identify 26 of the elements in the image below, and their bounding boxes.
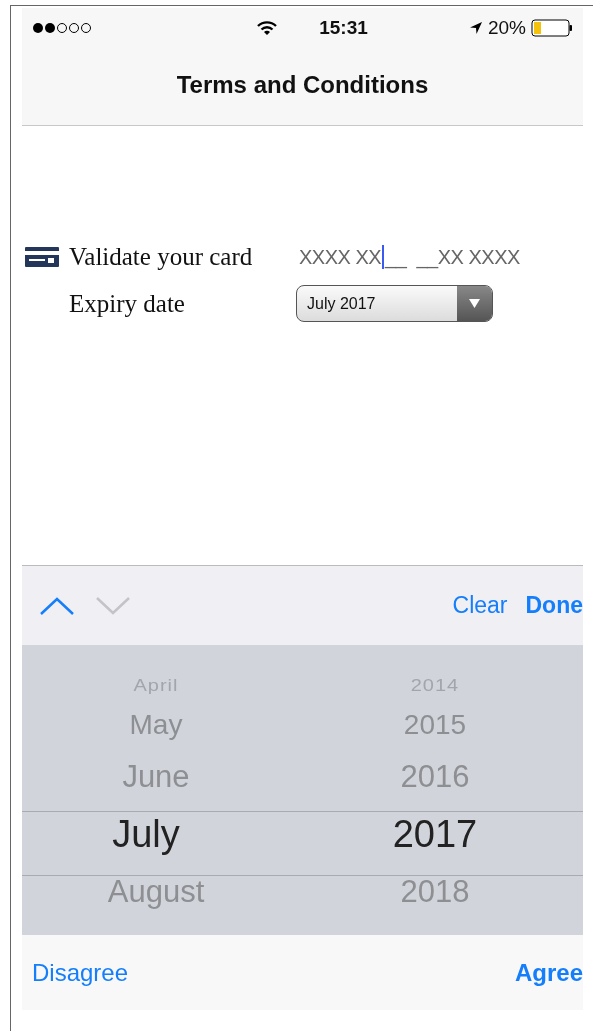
expiry-dropdown[interactable]: July 2017 [296,285,493,322]
credit-card-icon [25,247,59,267]
field-label: Validate your card [69,243,254,271]
picker-item[interactable]: 2015 [403,701,467,748]
picker-item[interactable]: 2018 [400,863,470,918]
picker-item[interactable]: August [107,863,205,918]
battery-icon [531,19,573,37]
picker-item[interactable]: May [129,701,183,748]
clock-time: 15:31 [319,17,368,39]
signal-icon [32,22,94,34]
picker-item[interactable]: June [122,748,190,803]
picker-item[interactable]: 2016 [400,748,470,803]
card-number-field[interactable]: XXXX XX __ __XX XXXX [299,243,520,271]
location-arrow-icon [469,21,483,35]
toolbar-button[interactable]: Done [525,592,583,619]
action-button[interactable]: Disagree [32,958,129,987]
action-button[interactable]: Agree [514,958,583,987]
picker-item[interactable]: July [112,803,180,863]
wifi-icon [257,20,278,36]
battery-percentage: 20% [488,17,526,39]
dropdown-arrow-icon [469,299,480,308]
picker-item[interactable]: 2017 [392,803,478,863]
chevron-up-icon[interactable] [39,595,75,616]
toolbar-button[interactable]: Clear [452,592,508,619]
field-label: Expiry date [69,289,186,318]
screen-title: Terms and Conditions [176,70,429,99]
